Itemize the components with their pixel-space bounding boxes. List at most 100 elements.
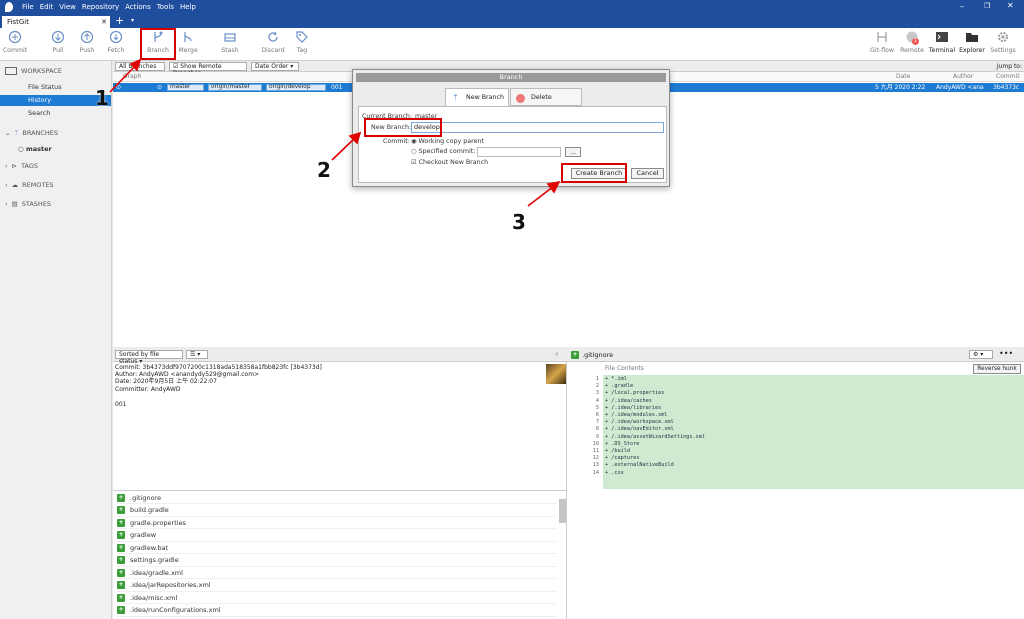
tag-small-icon: ⊳ [11, 162, 18, 170]
line-content: + /build [603, 448, 1024, 455]
git-flow-label: Git-flow [870, 47, 894, 54]
fetch-button[interactable]: Fetch [102, 30, 130, 54]
restore-icon[interactable]: ❐ [984, 2, 990, 10]
cancel-button[interactable]: Cancel [631, 168, 664, 179]
explorer-button[interactable]: Explorer [958, 30, 986, 54]
list-item[interactable]: + .idea/runConfigurations.xml [117, 605, 557, 617]
highlight-new-branch-field [364, 118, 442, 137]
sidebar-item-master[interactable]: ○ master [0, 144, 111, 155]
details-toolbar: Sorted by file status ▾ ☰ ▾ ⌕ [113, 347, 567, 365]
git-flow-button[interactable]: Git-flow [868, 30, 896, 54]
menu-tools[interactable]: Tools [157, 3, 174, 11]
file-contents-label: File Contents [605, 365, 644, 372]
line-content: + .DS_Store [603, 440, 1024, 448]
diff-line: 11 + /build [567, 448, 1024, 455]
settings-button[interactable]: Settings [989, 30, 1017, 54]
commit-button[interactable]: Commit [1, 30, 29, 54]
tag-label: Tag [296, 47, 308, 54]
discard-button[interactable]: Discard [259, 30, 287, 54]
diff-options-dropdown[interactable]: ⚙ ▾ [969, 350, 993, 359]
list-item[interactable]: + settings.gradle [117, 555, 557, 567]
list-item[interactable]: + .idea/jarRepositories.xml [117, 580, 557, 592]
tag-button[interactable]: Tag [288, 30, 316, 54]
stash-button[interactable]: Stash [216, 30, 244, 54]
list-item[interactable]: + gradlew.bat [117, 542, 557, 554]
delete-icon [516, 94, 525, 103]
sidebar-item-label: File Status [28, 83, 62, 91]
order-dropdown[interactable]: Date Order ▾ [251, 62, 299, 71]
remotes-header[interactable]: › ☁ REMOTES [5, 181, 54, 189]
close-window-icon[interactable]: ✕ [1007, 1, 1014, 10]
diff-line: 3 + /local.properties [567, 390, 1024, 397]
gear-icon [998, 32, 1008, 42]
tab-new-branch-label: New Branch [466, 94, 504, 101]
close-tab-icon[interactable]: ✕ [101, 16, 107, 28]
show-remote-checkbox[interactable]: ☑ Show Remote Branches [169, 62, 247, 77]
explorer-label: Explorer [959, 47, 985, 54]
reverse-hunk-button[interactable]: Reverse hunk [973, 364, 1021, 374]
list-item[interactable]: + build.gradle [117, 505, 557, 517]
file-added-icon: + [117, 593, 125, 602]
menu-view[interactable]: View [59, 3, 76, 11]
pull-label: Pull [52, 47, 64, 54]
list-item[interactable]: + gradle.properties [117, 517, 557, 529]
highlight-branch-button [140, 28, 176, 60]
search-icon[interactable]: ⌕ [555, 350, 559, 359]
list-item[interactable]: + gradlew [117, 530, 557, 542]
pull-button[interactable]: Pull [44, 30, 72, 54]
col-commit[interactable]: Commit [996, 73, 1020, 80]
file-added-icon: + [117, 606, 125, 614]
line-number: 5 [595, 404, 599, 411]
specified-commit-radio[interactable]: ○ Specified commit: [411, 148, 475, 155]
merge-button[interactable]: Merge [174, 30, 202, 54]
list-item[interactable]: + .idea/misc.xml [117, 592, 557, 604]
line-number: 8 [595, 426, 599, 433]
browse-commit-button[interactable]: ... [565, 147, 581, 157]
menu-actions[interactable]: Actions [125, 3, 151, 11]
menu-edit[interactable]: Edit [40, 3, 54, 11]
minimize-icon[interactable]: – [960, 2, 964, 11]
sort-dropdown[interactable]: Sorted by file status ▾ [115, 350, 183, 365]
col-graph[interactable]: Graph [123, 73, 141, 80]
sidebar: WORKSPACE File Status History Search ⌄ ᛘ B… [0, 61, 112, 619]
view-mode-dropdown[interactable]: ☰ ▾ [186, 350, 208, 359]
workspace-header[interactable]: WORKSPACE [5, 67, 62, 75]
tab-delete-branches[interactable]: Delete Branches [510, 88, 582, 119]
file-added-icon: + [117, 518, 125, 527]
tags-header[interactable]: › ⊳ TAGS [5, 162, 38, 170]
col-author[interactable]: Author [953, 73, 973, 80]
diff-line: 2 + .gradle [567, 383, 1024, 390]
branches-label: BRANCHES [22, 129, 59, 137]
menu-repository[interactable]: Repository [82, 3, 119, 11]
working-copy-radio[interactable]: ◉ Working copy parent [411, 138, 484, 145]
commit-date: 5 九月 2020 2:22 [875, 84, 926, 91]
file-name: gradle.properties [130, 518, 186, 527]
file-added-icon: + [117, 568, 125, 577]
push-button[interactable]: Push [73, 30, 101, 54]
tab-new-branch[interactable]: ᛘ New Branch [445, 88, 509, 106]
menu-help[interactable]: Help [180, 3, 196, 11]
stash-small-icon: ▤ [11, 200, 18, 208]
checkout-new-branch-checkbox[interactable]: ☑ Checkout New Branch [411, 159, 488, 166]
branches-header[interactable]: ⌄ ᛘ BRANCHES [5, 129, 58, 137]
file-list-scrollbar[interactable] [559, 499, 566, 523]
dialog-title: Branch [356, 73, 666, 82]
remote-button[interactable]: 1 Remote [898, 30, 926, 54]
line-content: + /captures [603, 455, 1024, 462]
new-branch-input[interactable]: develop [411, 122, 664, 133]
stashes-header[interactable]: › ▤ STASHES [5, 200, 51, 208]
menu-file[interactable]: File [22, 3, 34, 11]
list-item[interactable]: + .idea/gradle.xml [117, 567, 557, 579]
branch-filter-dropdown[interactable]: All Branches ▾ [115, 62, 165, 77]
col-date[interactable]: Date [896, 73, 910, 80]
tab-dropdown-icon[interactable]: ▾ [131, 17, 134, 24]
file-name: .idea/misc.xml [130, 593, 178, 602]
more-icon[interactable]: ••• [999, 349, 1013, 358]
add-tab-icon[interactable]: + [115, 14, 124, 27]
list-item[interactable]: + .gitignore [117, 492, 557, 504]
terminal-button[interactable]: Terminal [928, 30, 956, 54]
jump-to-label[interactable]: Jump to: [997, 63, 1022, 70]
repo-tab[interactable]: FistGit ✕ [2, 16, 110, 28]
specified-commit-input[interactable] [477, 147, 561, 157]
line-number: 12 [592, 455, 599, 462]
